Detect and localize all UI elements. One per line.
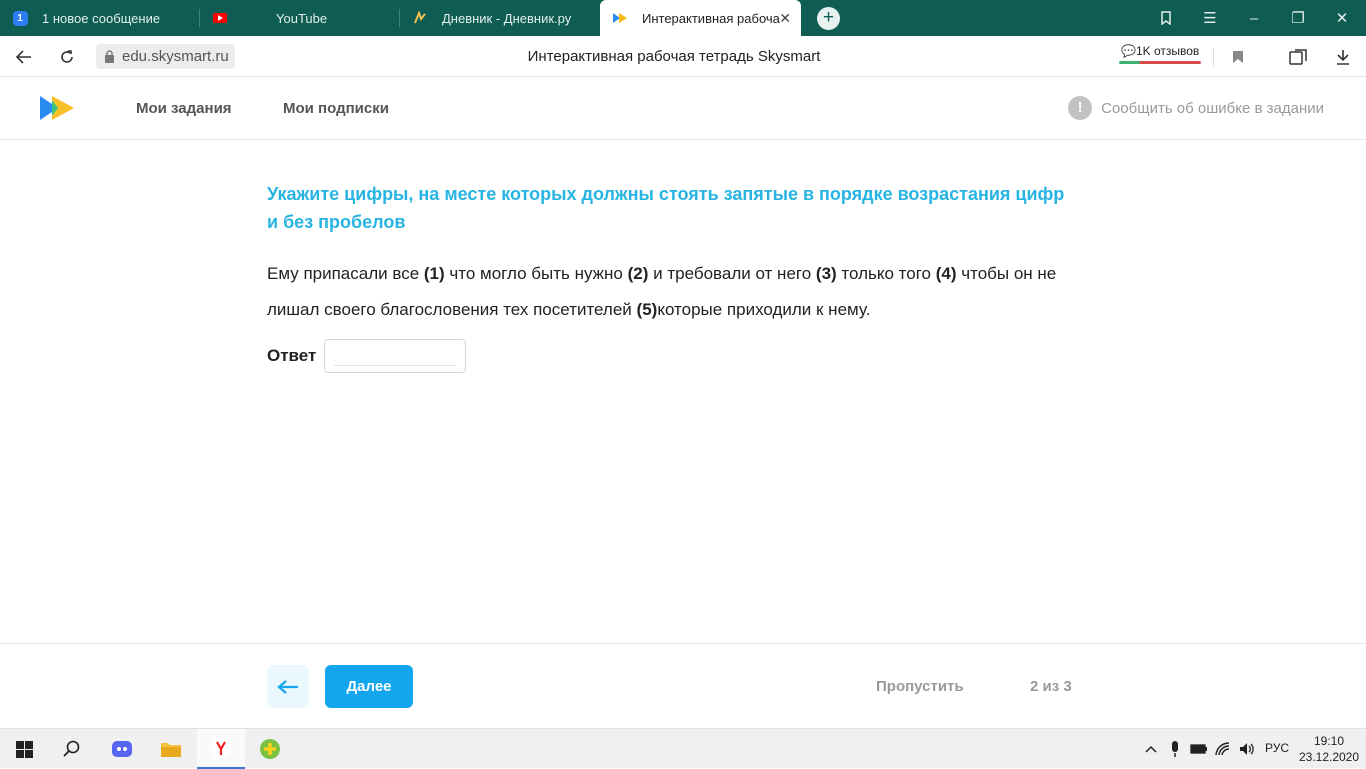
task-text: Ему припасали все (1) что могло быть нуж…: [267, 256, 1097, 328]
windows-icon: [15, 740, 33, 758]
reviews-label: 1K отзывов: [1135, 44, 1200, 58]
report-error-link[interactable]: ! Сообщить об ошибке в задании: [1068, 96, 1324, 120]
minimize-icon[interactable]: –: [1232, 0, 1276, 36]
exclamation-icon: !: [1068, 96, 1093, 120]
tab-vk-messages[interactable]: 1 1 новое сообщение: [0, 0, 200, 36]
bookmark-icon[interactable]: [1227, 46, 1249, 68]
restore-icon[interactable]: ❐: [1276, 0, 1320, 36]
next-button[interactable]: Далее: [325, 665, 413, 708]
yandex-browser-app[interactable]: [197, 729, 245, 769]
text-fragment: только того: [836, 264, 936, 283]
text-fragment: и требовали от него: [648, 264, 816, 283]
start-button[interactable]: [0, 729, 48, 769]
yandex-icon: [211, 738, 231, 758]
tab-skysmart[interactable]: Интерактивная рабоча ✕: [600, 0, 801, 36]
previous-button[interactable]: [267, 665, 309, 708]
answer-row: Ответ: [267, 339, 467, 373]
site-header: Мои задания Мои подписки ! Сообщить об о…: [0, 77, 1366, 140]
gap-marker: (2): [627, 264, 649, 283]
menu-icon[interactable]: ☰: [1188, 0, 1232, 36]
answer-input[interactable]: [324, 339, 467, 373]
gap-marker: (5): [636, 300, 658, 319]
arrow-left-icon: [277, 679, 298, 694]
microphone-icon[interactable]: [1166, 740, 1184, 758]
gap-marker: (1): [423, 264, 445, 283]
close-window-icon[interactable]: ✕: [1320, 0, 1364, 36]
task-title: Укажите цифры, на месте которых должны с…: [267, 184, 1065, 232]
search-button[interactable]: [48, 729, 96, 769]
text-fragment: что могло быть нужно: [444, 264, 628, 283]
text-fragment: которые приходили к нему.: [657, 300, 871, 319]
task-progress: 2 из 3: [1030, 678, 1072, 695]
nav-my-tasks[interactable]: Мои задания: [136, 100, 232, 117]
vk-badge-icon: 1: [12, 10, 28, 26]
youtube-icon: [212, 10, 228, 26]
chevron-up-icon[interactable]: [1142, 740, 1160, 758]
reviews-button[interactable]: 💬1K отзывов: [1117, 42, 1203, 66]
tab-label: Интерактивная рабоча: [642, 10, 780, 26]
game-app[interactable]: [246, 729, 294, 769]
tab-label: Дневник - Дневник.ру: [442, 10, 572, 26]
tab-dnevnik[interactable]: Дневник - Дневник.ру: [400, 0, 600, 36]
browser-tab-strip: 1 1 новое сообщение YouTube Дневник - Дн…: [0, 0, 1366, 36]
nav-my-subscriptions[interactable]: Мои подписки: [283, 100, 389, 117]
skysmart-logo-icon[interactable]: [40, 96, 76, 120]
tab-label: YouTube: [276, 10, 328, 26]
discord-icon: [112, 741, 132, 757]
skysmart-icon: [612, 10, 628, 26]
clock[interactable]: 19:10 23.12.2020: [1298, 733, 1360, 765]
folder-icon: [161, 743, 181, 757]
text-fragment: Ему припасали все: [267, 264, 424, 283]
clock-time: 19:10: [1313, 734, 1345, 748]
battery-icon[interactable]: [1190, 740, 1208, 758]
tab-youtube[interactable]: YouTube: [200, 0, 400, 36]
answer-label: Ответ: [267, 346, 317, 365]
protect-icon[interactable]: [1287, 46, 1309, 68]
tab-label: 1 новое сообщение: [42, 10, 161, 26]
gap-marker: (4): [935, 264, 957, 283]
task-footer: Далее Пропустить 2 из 3: [0, 643, 1366, 728]
speech-bubble-icon: 💬: [1121, 44, 1136, 58]
bookmarks-panel-icon[interactable]: [1144, 0, 1188, 36]
report-error-label: Сообщить об ошибке в задании: [1101, 99, 1324, 117]
gap-marker: (3): [815, 264, 837, 283]
download-icon[interactable]: [1332, 46, 1354, 68]
clock-date: 23.12.2020: [1298, 750, 1360, 764]
dnevnik-icon: [412, 10, 428, 26]
skip-button[interactable]: Пропустить: [876, 678, 964, 695]
plus-badge-icon: [260, 739, 280, 759]
close-tab-icon[interactable]: ✕: [779, 10, 791, 27]
file-explorer-app[interactable]: [147, 729, 195, 769]
discord-app[interactable]: [98, 729, 146, 769]
language-indicator[interactable]: РУС: [1265, 741, 1289, 755]
new-tab-button[interactable]: +: [817, 7, 840, 30]
address-bar: edu.skysmart.ru Интерактивная рабочая те…: [0, 36, 1366, 77]
volume-icon[interactable]: [1238, 740, 1256, 758]
search-icon: [63, 740, 80, 757]
wifi-icon[interactable]: [1214, 740, 1232, 758]
taskbar: РУС 19:10 23.12.2020: [0, 728, 1366, 769]
